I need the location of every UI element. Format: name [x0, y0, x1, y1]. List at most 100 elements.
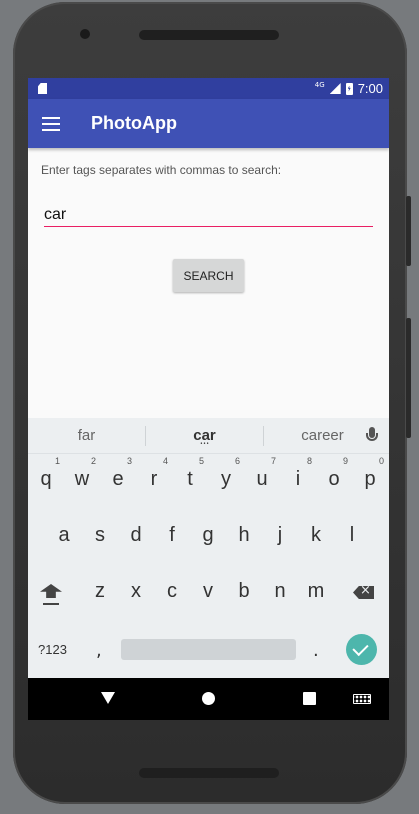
keyboard-switch-icon[interactable] — [353, 694, 371, 704]
key-r[interactable]: r4 — [136, 454, 172, 510]
key-label: h — [238, 524, 250, 546]
key-label: b — [238, 580, 250, 602]
key-label: l — [349, 524, 355, 546]
network-type: 4G — [314, 81, 325, 89]
key-label: z — [95, 580, 105, 602]
signal-icon — [329, 83, 341, 94]
key-hint: 9 — [342, 456, 348, 466]
search-form: Enter tags separates with commas to sear… — [28, 148, 389, 396]
suggestion-item[interactable]: far — [28, 427, 145, 444]
suggestion-item[interactable]: career — [264, 427, 381, 444]
key-label: f — [169, 524, 175, 546]
shift-key[interactable] — [40, 584, 62, 606]
sd-card-icon — [38, 83, 47, 94]
microphone-icon[interactable] — [365, 427, 379, 445]
key-z[interactable]: z — [82, 566, 118, 622]
home-icon[interactable] — [202, 692, 215, 705]
space-key[interactable] — [121, 639, 296, 660]
key-q[interactable]: q1 — [28, 454, 64, 510]
comma-key[interactable]: , — [96, 640, 102, 661]
key-g[interactable]: g — [190, 510, 226, 566]
key-l[interactable]: l — [334, 510, 370, 566]
key-b[interactable]: b — [226, 566, 262, 622]
key-k[interactable]: k — [298, 510, 334, 566]
key-hint: 2 — [90, 456, 96, 466]
screen: 4G 7:00 PhotoApp Enter tags separates wi… — [28, 78, 389, 720]
keyboard-row-middle: asdfghjkl — [28, 510, 389, 566]
tags-input[interactable] — [44, 203, 373, 227]
key-label: v — [203, 580, 213, 602]
key-label: o — [328, 468, 340, 490]
key-label: y — [221, 468, 231, 490]
bottom-speaker — [139, 768, 279, 778]
key-e[interactable]: e3 — [100, 454, 136, 510]
key-hint: 8 — [306, 456, 312, 466]
power-button — [406, 196, 411, 266]
key-label: m — [307, 580, 325, 602]
key-hint: 3 — [126, 456, 132, 466]
back-icon[interactable] — [101, 692, 115, 704]
key-label: u — [256, 468, 268, 490]
period-key[interactable]: . — [313, 640, 319, 661]
key-x[interactable]: x — [118, 566, 154, 622]
key-label: c — [167, 580, 177, 602]
soft-keyboard: far car career q1w2e3r4t5y6u7i8o9p0 asdf… — [28, 418, 389, 678]
key-n[interactable]: n — [262, 566, 298, 622]
backspace-key[interactable] — [353, 586, 374, 599]
battery-charging-icon — [345, 82, 353, 95]
key-label: w — [74, 468, 90, 490]
key-d[interactable]: d — [118, 510, 154, 566]
key-label: q — [40, 468, 52, 490]
key-label: g — [202, 524, 214, 546]
keyboard-row-space: ?123 , . — [28, 622, 389, 678]
recent-apps-icon[interactable] — [303, 692, 316, 705]
volume-button — [406, 318, 411, 438]
key-label: a — [58, 524, 70, 546]
key-label: k — [311, 524, 321, 546]
search-button[interactable]: SEARCH — [173, 259, 244, 292]
suggestion-item-primary[interactable]: car — [146, 427, 263, 447]
key-y[interactable]: y6 — [208, 454, 244, 510]
keyboard-row-bottom: z x c v b nm — [28, 566, 389, 622]
key-c[interactable]: c — [154, 566, 190, 622]
key-label: s — [95, 524, 105, 546]
status-time: 7:00 — [357, 81, 383, 96]
key-j[interactable]: j — [262, 510, 298, 566]
key-label: d — [130, 524, 142, 546]
app-bar: PhotoApp — [28, 99, 389, 148]
key-label: r — [150, 468, 158, 490]
key-f[interactable]: f — [154, 510, 190, 566]
key-a[interactable]: a — [46, 510, 82, 566]
keyboard-row-top: q1w2e3r4t5y6u7i8o9p0 — [28, 454, 389, 510]
front-camera — [80, 29, 90, 39]
key-label: j — [277, 524, 283, 546]
app-title: PhotoApp — [91, 113, 177, 133]
enter-check-key[interactable] — [346, 634, 377, 665]
key-hint: 7 — [270, 456, 276, 466]
key-u[interactable]: u7 — [244, 454, 280, 510]
key-w[interactable]: w2 — [64, 454, 100, 510]
key-hint: 4 — [162, 456, 168, 466]
menu-icon[interactable] — [42, 116, 60, 131]
key-h[interactable]: h — [226, 510, 262, 566]
key-label: x — [131, 580, 141, 602]
status-bar: 4G 7:00 — [28, 78, 389, 99]
key-hint: 0 — [378, 456, 384, 466]
key-label: t — [187, 468, 193, 490]
suggestion-strip: far car career — [28, 418, 389, 454]
key-p[interactable]: p0 — [352, 454, 388, 510]
key-o[interactable]: o9 — [316, 454, 352, 510]
symbols-key[interactable]: ?123 — [38, 642, 67, 657]
key-v[interactable]: v — [190, 566, 226, 622]
earpiece-speaker — [139, 30, 279, 40]
key-hint: 6 — [234, 456, 240, 466]
key-hint: 5 — [198, 456, 204, 466]
key-t[interactable]: t5 — [172, 454, 208, 510]
key-label: i — [295, 468, 301, 490]
key-i[interactable]: i8 — [280, 454, 316, 510]
navigation-bar — [28, 678, 389, 720]
search-prompt: Enter tags separates with commas to sear… — [41, 163, 282, 177]
key-m[interactable]: m — [298, 566, 334, 622]
key-s[interactable]: s — [82, 510, 118, 566]
key-label: e — [112, 468, 124, 490]
